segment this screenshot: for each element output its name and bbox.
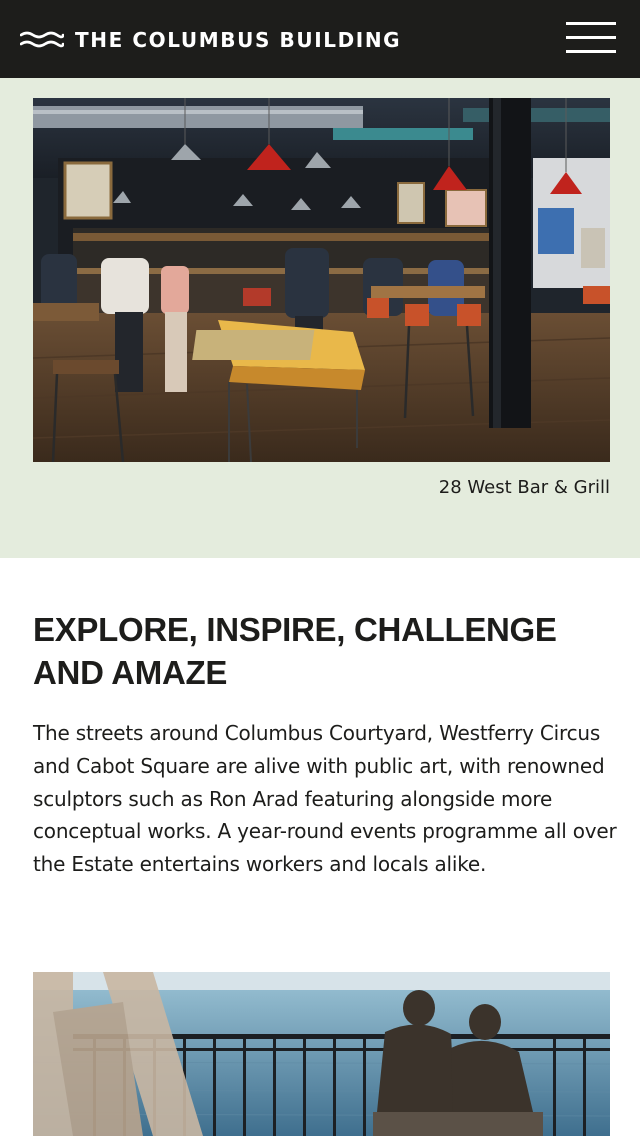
bar-interior-photo	[33, 98, 610, 462]
photo-caption: 28 West Bar & Grill	[438, 477, 610, 498]
bar-interior-image	[33, 98, 610, 462]
section-body-text: The streets around Columbus Courtyard, W…	[33, 721, 617, 877]
hamburger-menu-icon[interactable]	[562, 20, 620, 58]
section-heading: EXPLORE, INSPIRE, CHALLENGE AND AMAZE	[33, 611, 557, 691]
sculpture-photo	[33, 972, 610, 1136]
wave-icon[interactable]	[20, 30, 64, 50]
site-title[interactable]: THE COLUMBUS BUILDING	[75, 27, 401, 53]
site-header: THE COLUMBUS BUILDING	[0, 0, 640, 78]
sculpture-image	[33, 972, 610, 1136]
